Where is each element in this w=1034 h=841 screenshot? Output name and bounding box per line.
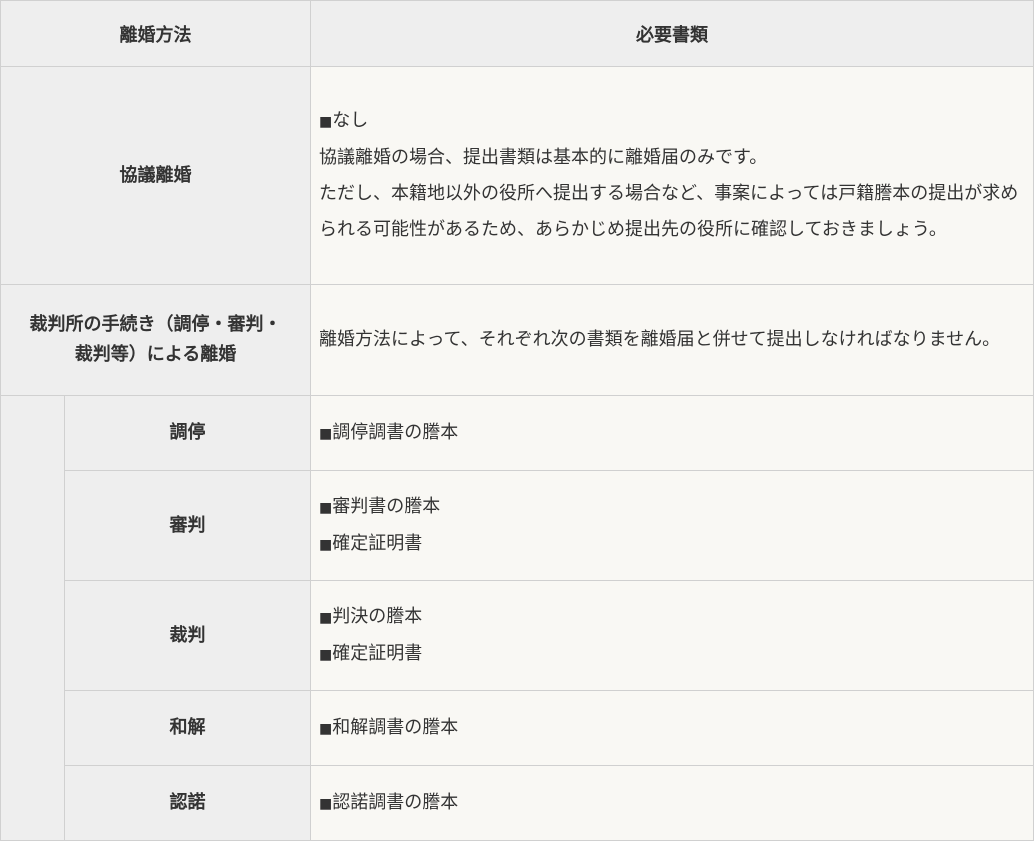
bullet-icon: ■ bbox=[319, 114, 333, 130]
bullet-icon: ■ bbox=[319, 609, 333, 626]
bullet-icon: ■ bbox=[319, 425, 333, 442]
subrow-label-nindaku: 認諾 bbox=[64, 765, 311, 841]
subrow-label-shinpan: 審判 bbox=[64, 470, 311, 581]
subrow-docs-shinpan: ■審判書の謄本 ■確定証明書 bbox=[310, 470, 1034, 581]
kyogi-documents-cell: ■なし 協議離婚の場合、提出書類は基本的に離婚届のみです。 ただし、本籍地以外の… bbox=[310, 66, 1034, 285]
header-documents: 必要書類 bbox=[310, 0, 1034, 67]
header-method-label: 離婚方法 bbox=[119, 24, 192, 46]
bullet-icon: ■ bbox=[319, 536, 333, 553]
bullet-icon: ■ bbox=[319, 795, 333, 812]
list-item: ■確定証明書 bbox=[319, 642, 423, 664]
bullet-icon: ■ bbox=[319, 646, 333, 663]
bullet-icon: ■ bbox=[319, 499, 333, 516]
subrow-docs-chotei: ■調停調書の謄本 bbox=[310, 395, 1034, 471]
kyogi-label: 協議離婚 bbox=[119, 164, 192, 186]
list-item: ■調停調書の謄本 bbox=[319, 421, 459, 443]
bullet-icon: ■ bbox=[319, 720, 333, 737]
list-item: ■認諾調書の謄本 bbox=[319, 791, 459, 813]
header-method: 離婚方法 bbox=[0, 0, 311, 67]
list-item: ■和解調書の謄本 bbox=[319, 716, 459, 738]
kyogi-line1: 協議離婚の場合、提出書類は基本的に離婚届のみです。 bbox=[319, 147, 768, 168]
subrow-docs-nindaku: ■認諾調書の謄本 bbox=[310, 765, 1034, 841]
court-desc: 離婚方法によって、それぞれ次の書類を離婚届と併せて提出しなければなりません。 bbox=[319, 329, 1001, 350]
court-label-cell: 裁判所の手続き（調停・審判・ 裁判等）による離婚 bbox=[0, 284, 311, 396]
list-item: ■確定証明書 bbox=[319, 532, 423, 554]
kyogi-line2: ただし、本籍地以外の役所へ提出する場合など、事案によっては戸籍謄本の提出が求めら… bbox=[319, 183, 1019, 240]
subrow-docs-saiban: ■判決の謄本 ■確定証明書 bbox=[310, 580, 1034, 691]
kyogi-item: ■なし bbox=[319, 110, 369, 131]
subrow-docs-wakai: ■和解調書の謄本 bbox=[310, 690, 1034, 766]
court-label: 裁判所の手続き（調停・審判・ 裁判等）による離婚 bbox=[29, 314, 282, 365]
subrow-label-saiban: 裁判 bbox=[64, 580, 311, 691]
header-documents-label: 必要書類 bbox=[636, 24, 708, 46]
subrow-label-chotei: 調停 bbox=[64, 395, 311, 471]
list-item: ■審判書の謄本 bbox=[319, 495, 441, 517]
court-desc-cell: 離婚方法によって、それぞれ次の書類を離婚届と併せて提出しなければなりません。 bbox=[310, 284, 1034, 396]
subrow-label-wakai: 和解 bbox=[64, 690, 311, 766]
court-spacer bbox=[0, 395, 65, 841]
list-item: ■判決の謄本 bbox=[319, 605, 423, 627]
kyogi-label-cell: 協議離婚 bbox=[0, 66, 311, 285]
document-table: 離婚方法 必要書類 協議離婚 ■なし 協議離婚の場合、提出書類は基本的に離婚届の… bbox=[0, 0, 1034, 841]
